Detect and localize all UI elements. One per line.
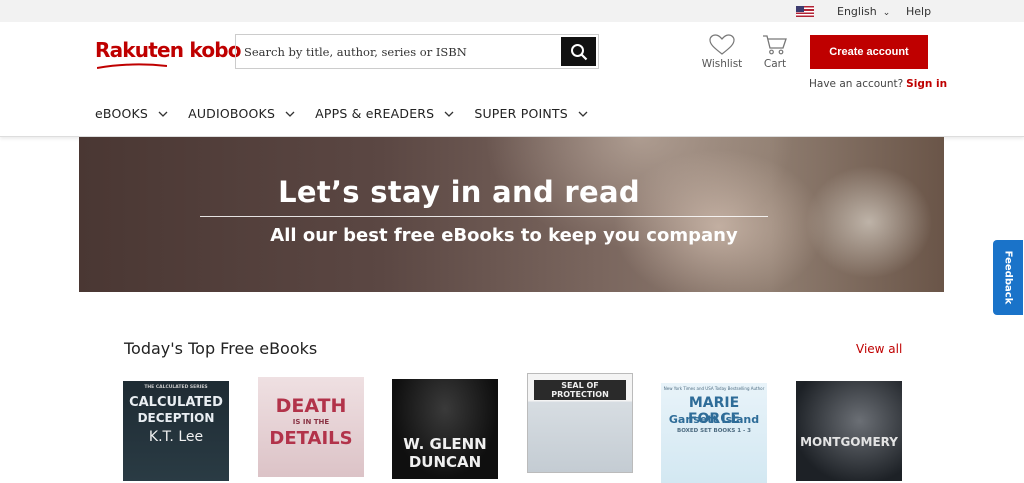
- hero-divider: [200, 216, 768, 217]
- book-author: K.T. Lee: [148, 429, 204, 445]
- book-cover-seal-of-protection[interactable]: SEAL OF PROTECTION: [527, 373, 633, 473]
- book-title-line: IS IN THE: [292, 418, 330, 426]
- help-link[interactable]: Help: [906, 5, 931, 18]
- book-title-line: DEATH: [275, 395, 347, 417]
- book-cover-marie-force[interactable]: New York Times and USA Today Bestselling…: [661, 383, 767, 483]
- search-icon: [570, 43, 587, 60]
- nav-item-super-points[interactable]: SUPER POINTS: [474, 106, 588, 121]
- nav-item-label: eBOOKS: [95, 106, 149, 121]
- nav-item-ebooks[interactable]: eBOOKS: [95, 106, 168, 121]
- search-input[interactable]: [236, 35, 562, 68]
- language-label: English: [837, 5, 877, 18]
- create-account-button[interactable]: Create account: [810, 35, 928, 69]
- wishlist-button[interactable]: Wishlist: [700, 34, 744, 70]
- book-tagline: New York Times and USA Today Bestselling…: [663, 386, 765, 391]
- book-title-line: SEAL OF: [561, 381, 599, 390]
- us-flag-icon[interactable]: [796, 6, 814, 17]
- section-title: Today's Top Free eBooks: [124, 339, 318, 358]
- language-selector[interactable]: English ⌄: [837, 5, 890, 18]
- logo-text: Rakuten kobo: [95, 38, 242, 62]
- sign-in-link[interactable]: Sign in: [906, 78, 947, 90]
- kobo-logo[interactable]: Rakuten kobo: [95, 38, 242, 70]
- book-author: DUNCAN: [408, 453, 482, 471]
- hero-subtitle: All our best free eBooks to keep you com…: [270, 225, 738, 246]
- book-cover-montgomery[interactable]: MONTGOMERY: [796, 381, 902, 481]
- book-title-line: PROTECTION: [551, 390, 609, 399]
- book-title-line: CALCULATED: [129, 395, 223, 410]
- cart-label: Cart: [763, 58, 787, 70]
- nav-item-apps-ereaders[interactable]: APPS & eREADERS: [315, 106, 454, 121]
- chevron-down-icon: [158, 111, 168, 117]
- book-subtitle: BOXED SET BOOKS 1 - 3: [677, 428, 751, 434]
- cart-icon: [763, 35, 787, 55]
- feedback-label: Feedback: [1002, 250, 1014, 305]
- chevron-down-icon: [444, 111, 454, 117]
- chevron-down-icon: ⌄: [882, 8, 891, 18]
- nav-item-label: APPS & eREADERS: [315, 106, 435, 121]
- have-account-text: Have an account? Sign in: [809, 78, 947, 90]
- book-cover-w-glenn-duncan[interactable]: W. GLENN DUNCAN: [392, 379, 498, 479]
- book-title-line: Gansett Island: [668, 413, 760, 426]
- search-bar: [235, 34, 599, 69]
- book-cover-death-in-details[interactable]: DEATH IS IN THE DETAILS: [258, 377, 364, 477]
- top-utility-bar: English ⌄ Help: [0, 0, 1024, 22]
- search-button[interactable]: [561, 37, 596, 66]
- hero-title: Let’s stay in and read: [278, 175, 640, 209]
- book-title-line: DECEPTION: [137, 411, 215, 425]
- cart-button[interactable]: Cart: [758, 34, 792, 70]
- book-author: W. GLENN: [403, 435, 487, 453]
- have-account-label: Have an account?: [809, 78, 904, 90]
- main-nav: eBOOKS AUDIOBOOKS APPS & eREADERS SUPER …: [95, 106, 608, 121]
- chevron-down-icon: [285, 111, 295, 117]
- nav-item-audiobooks[interactable]: AUDIOBOOKS: [188, 106, 295, 121]
- nav-item-label: AUDIOBOOKS: [188, 106, 276, 121]
- heart-icon: [709, 34, 735, 55]
- nav-item-label: SUPER POINTS: [474, 106, 568, 121]
- hero-banner[interactable]: Let’s stay in and read All our best free…: [79, 137, 944, 292]
- book-series-text: THE CALCULATED SERIES: [144, 385, 208, 390]
- site-header: Rakuten kobo Wishlist Cart Create accoun…: [0, 22, 1024, 137]
- view-all-link[interactable]: View all: [856, 342, 902, 356]
- feedback-tab[interactable]: Feedback: [993, 240, 1023, 315]
- book-cover-calculated-deception[interactable]: THE CALCULATED SERIES CALCULATED DECEPTI…: [123, 381, 229, 481]
- wishlist-label: Wishlist: [701, 58, 743, 70]
- logo-swoosh-icon: [97, 63, 167, 69]
- book-title-line: DETAILS: [269, 428, 353, 449]
- book-author: MONTGOMERY: [800, 435, 898, 449]
- chevron-down-icon: [578, 111, 588, 117]
